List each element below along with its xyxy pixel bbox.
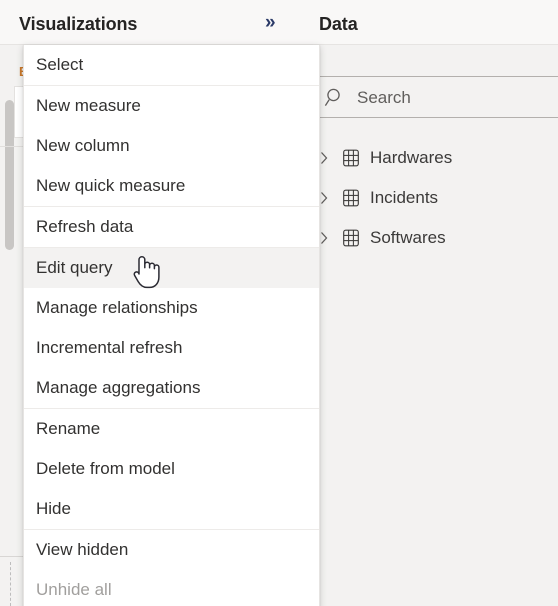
tree-item-label: Hardwares [370, 148, 453, 167]
screen-root: B Visualizations » Data Search [0, 0, 558, 606]
drop-zone-dashed-line [10, 562, 11, 606]
tree-item-softwares[interactable]: Softwares [300, 219, 558, 259]
visualizations-pane-title: Visualizations [19, 14, 138, 34]
chevron-right-icon[interactable] [319, 190, 329, 206]
data-pane-title: Data [319, 14, 358, 34]
menu-item-delete-from-model[interactable]: Delete from model [24, 449, 319, 489]
table-icon [342, 189, 360, 207]
menu-item-edit-query[interactable]: Edit query [24, 248, 319, 288]
menu-item-refresh-data[interactable]: Refresh data [24, 207, 319, 247]
table-context-menu: Select New measure New column New quick … [23, 45, 320, 606]
table-icon [342, 229, 360, 247]
data-pane-header: Data [300, 0, 558, 45]
visualizations-pane-header: Visualizations » [0, 0, 300, 45]
data-fields-tree: Hardwares Incidents Softwares [300, 139, 558, 259]
search-input[interactable]: Search [357, 87, 411, 109]
tree-item-incidents[interactable]: Incidents [300, 179, 558, 219]
menu-item-new-column[interactable]: New column [24, 126, 319, 166]
tree-item-label: Softwares [370, 228, 446, 247]
menu-item-select[interactable]: Select [24, 45, 319, 85]
menu-item-incremental-refresh[interactable]: Incremental refresh [24, 328, 319, 368]
menu-item-unhide-all: Unhide all [36, 580, 112, 599]
visualizations-scrollbar-thumb[interactable] [5, 100, 14, 250]
menu-item-manage-relationships[interactable]: Manage relationships [24, 288, 319, 328]
data-search-box[interactable]: Search [317, 76, 558, 118]
table-icon [342, 149, 360, 167]
tree-item-label: Incidents [370, 188, 439, 207]
data-pane: Data Search Hardwares Incidents Software… [300, 0, 558, 606]
menu-item-hide[interactable]: Hide [24, 489, 319, 529]
tree-item-hardwares[interactable]: Hardwares [300, 139, 558, 179]
collapse-pane-chevron-icon[interactable]: » [265, 13, 276, 32]
chevron-right-icon[interactable] [319, 150, 329, 166]
menu-item-new-measure[interactable]: New measure [24, 86, 319, 126]
search-icon [324, 87, 346, 109]
menu-item-rename[interactable]: Rename [24, 409, 319, 449]
chevron-right-icon[interactable] [319, 230, 329, 246]
menu-item-view-hidden[interactable]: View hidden [24, 530, 319, 570]
menu-item-new-quick-measure[interactable]: New quick measure [24, 166, 319, 206]
menu-item-manage-aggregations[interactable]: Manage aggregations [24, 368, 319, 408]
